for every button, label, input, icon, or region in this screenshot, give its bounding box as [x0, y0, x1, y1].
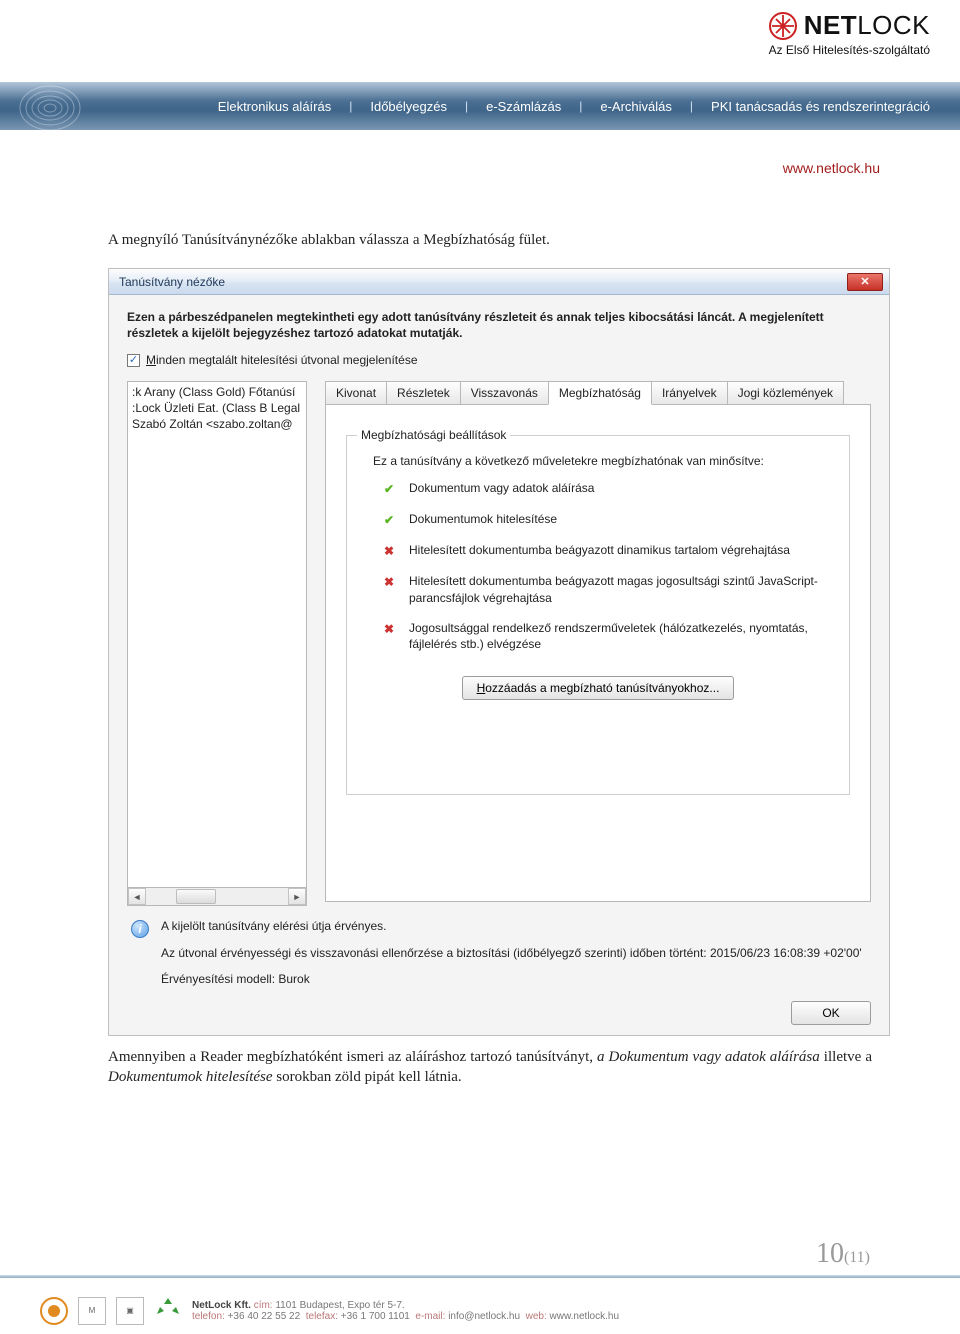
check-ok-icon: ✔ [381, 512, 397, 528]
footer-web: www.netlock.hu [550, 1311, 619, 1322]
scroll-thumb[interactable] [176, 889, 216, 904]
trust-item: ✖ Jogosultsággal rendelkező rendszerműve… [381, 620, 835, 652]
page-number: 10(11) [816, 1238, 870, 1270]
nav-bar: Elektronikus aláírás | Időbélyegzés | e-… [0, 82, 960, 130]
brand-logo: NETLOCK Az Első Hitelesítés-szolgáltató [768, 10, 930, 57]
trust-text: Hitelesített dokumentumba beágyazott din… [409, 542, 835, 558]
trust-text: Hitelesített dokumentumba beágyazott mag… [409, 573, 835, 605]
dialog-title: Tanúsítvány nézőke [119, 275, 225, 289]
check-ok-icon: ✔ [381, 481, 397, 497]
logo-thin: LOCK [857, 10, 930, 40]
tab-revocation[interactable]: Visszavonás [460, 381, 549, 405]
group-legend: Megbízhatósági beállítások [357, 428, 510, 442]
list-item[interactable]: :k Arany (Class Gold) Főtanúsí [132, 384, 302, 400]
tab-strip: Kivonat Részletek Visszavonás Megbízható… [325, 381, 871, 405]
page-current: 10 [816, 1238, 844, 1269]
trust-item: ✖ Hitelesített dokumentumba beágyazott d… [381, 542, 835, 559]
horizontal-scrollbar[interactable]: ◄ ► [128, 887, 306, 905]
tab-policies[interactable]: Irányelvek [651, 381, 728, 405]
footer-addr: 1101 Budapest, Expo tér 5-7. [275, 1300, 404, 1311]
nav-item[interactable]: PKI tanácsadás és rendszerintegráció [711, 99, 930, 114]
trust-item: ✔ Dokumentumok hitelesítése [381, 511, 835, 528]
cross-icon: ✖ [381, 543, 397, 559]
recycle-icon [154, 1295, 182, 1326]
add-btn-rest: ozzáadás a megbízható tanúsítványokhoz..… [485, 681, 719, 695]
tab-legal[interactable]: Jogi közlemények [727, 381, 844, 405]
footer-company: NetLock Kft. [192, 1300, 251, 1311]
status-line: Az útvonal érvényességi és visszavonási … [161, 945, 862, 961]
group-intro: Ez a tanúsítvány a következő műveletekre… [373, 454, 835, 468]
moody-badge-icon: M [78, 1297, 106, 1325]
certificate-viewer-dialog: Tanúsítvány nézőke ✕ Ezen a párbeszédpan… [108, 268, 890, 1036]
trust-settings-group: Megbízhatósági beállítások Ez a tanúsítv… [346, 435, 850, 795]
footer-mail: info@netlock.hu [448, 1311, 520, 1322]
trust-text: Dokumentum vagy adatok aláírása [409, 480, 835, 496]
list-item[interactable]: Szabó Zoltán <szabo.zoltan@ [132, 416, 302, 432]
certificate-path-list[interactable]: :k Arany (Class Gold) Főtanúsí :Lock Üzl… [127, 381, 307, 906]
cross-icon: ✖ [381, 621, 397, 637]
footer: M ▣ NetLock Kft. cím: 1101 Budapest, Exp… [40, 1295, 920, 1326]
show-all-paths-checkbox[interactable]: ✓ [127, 354, 140, 367]
page-total: (11) [844, 1249, 870, 1266]
tab-details[interactable]: Részletek [386, 381, 461, 405]
dialog-description: Ezen a párbeszédpanelen megtekintheti eg… [127, 309, 871, 341]
status-text: A kijelölt tanúsítvány elérési útja érvé… [161, 918, 862, 997]
trust-text: Dokumentumok hitelesítése [409, 511, 835, 527]
tab-body: Megbízhatósági beállítások Ez a tanúsítv… [325, 404, 871, 902]
logo-text: NETLOCK [804, 10, 930, 41]
footer-tel: +36 40 22 55 22 [228, 1311, 301, 1322]
fingerprint-icon [10, 78, 110, 134]
ok-button[interactable]: OK [791, 1001, 871, 1025]
nav-sep: | [579, 99, 582, 113]
trust-item: ✖ Hitelesített dokumentumba beágyazott m… [381, 573, 835, 605]
logo-tagline: Az Első Hitelesítés-szolgáltató [768, 43, 930, 57]
footer-web-label: web: [526, 1311, 547, 1322]
logo-mark-icon [768, 11, 798, 41]
trust-item: ✔ Dokumentum vagy adatok aláírása [381, 480, 835, 497]
tab-summary[interactable]: Kivonat [325, 381, 387, 405]
cert-badge-icon: ▣ [116, 1297, 144, 1325]
nav-item[interactable]: Elektronikus aláírás [218, 99, 331, 114]
nav-item[interactable]: Időbélyegzés [370, 99, 447, 114]
scroll-right-icon[interactable]: ► [288, 888, 306, 905]
info-icon: i [131, 920, 149, 938]
checkbox-label: MMinden megtalált hitelesítési útvonal m… [146, 353, 418, 367]
nav-sep: | [690, 99, 693, 113]
close-button[interactable]: ✕ [847, 273, 883, 291]
paragraph-2: Amennyiben a Reader megbízhatóként ismer… [108, 1048, 872, 1087]
status-line: Érvényesítési modell: Burok [161, 971, 862, 987]
status-line: A kijelölt tanúsítvány elérési útja érvé… [161, 918, 862, 934]
sgs-badge-icon [40, 1297, 68, 1325]
site-url[interactable]: www.netlock.hu [783, 160, 880, 176]
footer-addr-label: cím: [254, 1300, 273, 1311]
logo-bold: NET [804, 10, 858, 40]
nav-item[interactable]: e-Számlázás [486, 99, 561, 114]
nav-item[interactable]: e-Archiválás [600, 99, 672, 114]
footer-mail-label: e-mail: [415, 1311, 445, 1322]
trust-text: Jogosultsággal rendelkező rendszerművele… [409, 620, 835, 652]
close-icon: ✕ [860, 275, 869, 288]
footer-info: NetLock Kft. cím: 1101 Budapest, Expo té… [192, 1300, 619, 1322]
list-item[interactable]: :Lock Üzleti Eat. (Class B Legal [132, 400, 302, 416]
titlebar: Tanúsítvány nézőke ✕ [109, 269, 889, 295]
footer-divider [0, 1275, 960, 1278]
nav-sep: | [465, 99, 468, 113]
paragraph-1: A megnyíló Tanúsítványnézőke ablakban vá… [108, 232, 872, 249]
footer-fax-label: telefax: [306, 1311, 338, 1322]
cross-icon: ✖ [381, 574, 397, 590]
footer-tel-label: telefon: [192, 1311, 225, 1322]
nav-sep: | [349, 99, 352, 113]
scroll-left-icon[interactable]: ◄ [128, 888, 146, 905]
footer-fax: +36 1 700 1101 [341, 1311, 410, 1322]
check-icon: ✓ [129, 355, 138, 366]
add-to-trusted-button[interactable]: Hozzáadás a megbízható tanúsítványokhoz.… [462, 676, 735, 700]
tab-trust[interactable]: Megbízhatóság [548, 381, 652, 405]
